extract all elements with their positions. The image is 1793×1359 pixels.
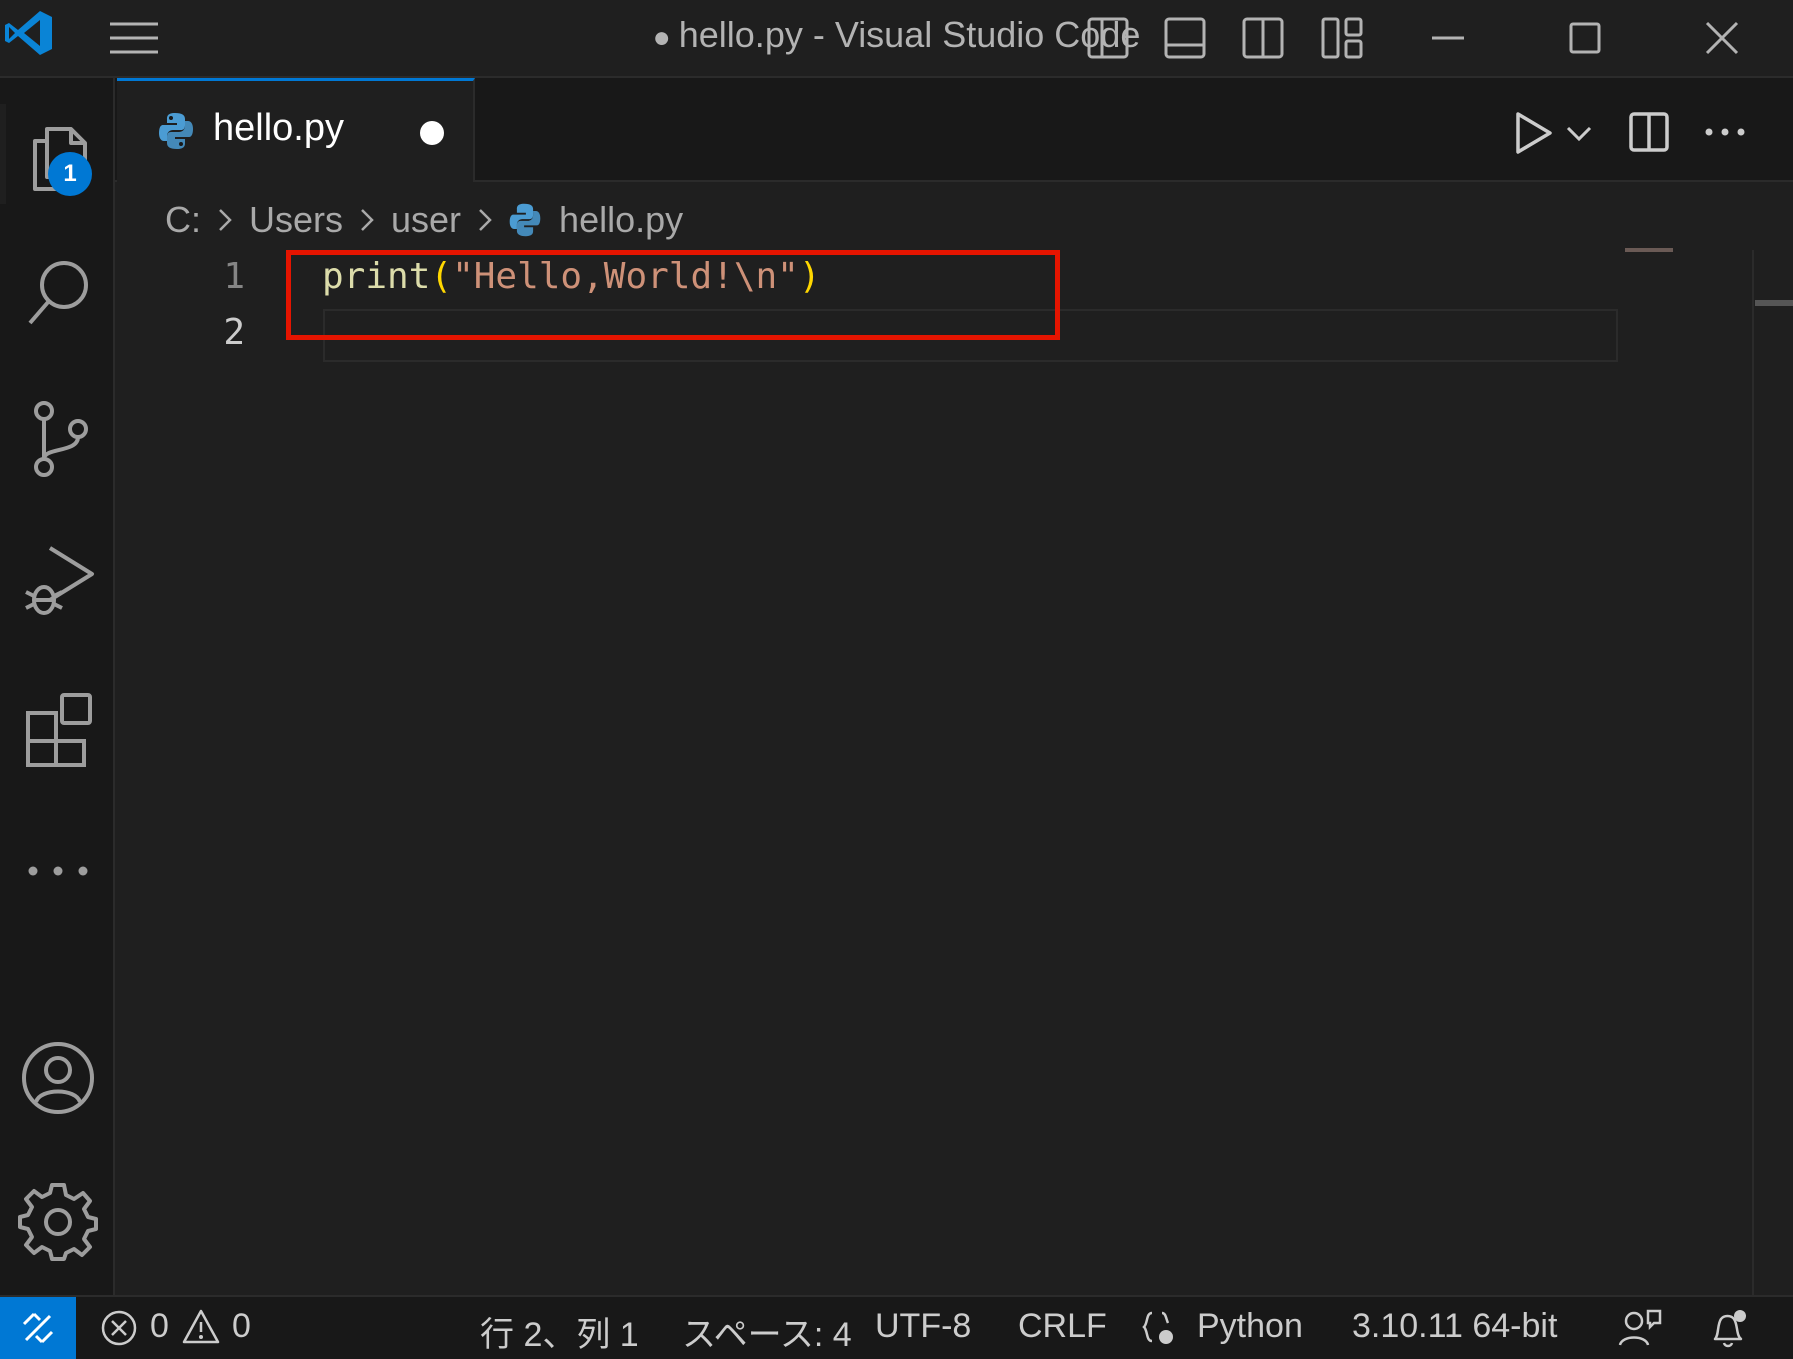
minimap[interactable]: [1625, 248, 1673, 252]
account-icon[interactable]: [0, 1023, 115, 1133]
annotation-highlight-box: [286, 250, 1060, 340]
window-title-text: hello.py - Visual Studio Code: [678, 14, 1141, 55]
notifications-bell-icon[interactable]: [1707, 1307, 1751, 1349]
chevron-right-icon: [215, 205, 235, 235]
language-mode[interactable]: Python: [1197, 1307, 1303, 1346]
python-file-icon: [509, 202, 541, 238]
vertical-scrollbar[interactable]: [1752, 250, 1793, 1295]
source-control-icon[interactable]: [0, 384, 115, 494]
unsaved-dot: ●: [652, 21, 671, 54]
manage-gear-icon[interactable]: [0, 1166, 115, 1276]
breadcrumb-drive[interactable]: C:: [165, 199, 201, 241]
language-braces-icon[interactable]: [1140, 1309, 1180, 1349]
status-bar: 0 0 行 2、列 1 スペース: 4 UTF-8 CRLF Python 3.…: [0, 1295, 1793, 1359]
encoding[interactable]: UTF-8: [875, 1307, 971, 1346]
extensions-icon[interactable]: [0, 672, 115, 782]
feedback-icon[interactable]: [1618, 1307, 1662, 1349]
breadcrumb-users[interactable]: Users: [249, 199, 343, 241]
breadcrumb-user[interactable]: user: [391, 199, 461, 241]
line-ending[interactable]: CRLF: [1018, 1307, 1107, 1346]
warning-count[interactable]: 0: [232, 1307, 251, 1346]
toggle-panel-icon[interactable]: [1157, 10, 1213, 66]
search-icon[interactable]: [0, 238, 115, 348]
line-number: 2: [223, 312, 245, 353]
window-title: ● hello.py - Visual Studio Code: [0, 14, 1793, 56]
run-python-file-icon[interactable]: [1510, 108, 1556, 158]
run-dropdown-chevron-icon[interactable]: [1564, 120, 1594, 148]
more-actions-icon[interactable]: [1703, 118, 1747, 146]
close-window-icon[interactable]: [1694, 10, 1750, 66]
remote-indicator-icon[interactable]: [0, 1297, 76, 1359]
run-and-debug-icon[interactable]: [0, 525, 115, 635]
error-icon[interactable]: [100, 1309, 138, 1347]
explorer-badge: 1: [48, 152, 92, 196]
cursor-position[interactable]: 行 2、列 1: [480, 1307, 639, 1356]
scrollbar-thumb[interactable]: [1755, 300, 1793, 306]
tab-hello-py[interactable]: hello.py: [117, 78, 475, 182]
python-file-icon: [159, 111, 193, 151]
chevron-right-icon: [357, 205, 377, 235]
tab-label: hello.py: [213, 107, 344, 149]
python-interpreter[interactable]: 3.10.11 64-bit: [1352, 1307, 1557, 1346]
split-editor-icon[interactable]: [1627, 110, 1671, 154]
toggle-primary-sidebar-icon[interactable]: [1080, 10, 1136, 66]
error-count[interactable]: 0: [150, 1307, 169, 1346]
indentation[interactable]: スペース: 4: [682, 1307, 852, 1356]
line-number: 1: [223, 256, 245, 297]
minimize-icon[interactable]: [1420, 10, 1476, 66]
chevron-right-icon: [475, 205, 495, 235]
customize-layout-icon[interactable]: [1314, 10, 1370, 66]
unsaved-changes-dot-icon[interactable]: [420, 121, 444, 145]
more-views-icon[interactable]: [0, 816, 115, 926]
breadcrumb-file[interactable]: hello.py: [559, 199, 683, 241]
toggle-secondary-sidebar-icon[interactable]: [1235, 10, 1291, 66]
breadcrumb: C: Users user hello.py: [165, 196, 683, 244]
warning-icon[interactable]: [181, 1307, 221, 1347]
title-bar: ● hello.py - Visual Studio Code: [0, 0, 1793, 78]
maximize-icon[interactable]: [1557, 10, 1613, 66]
